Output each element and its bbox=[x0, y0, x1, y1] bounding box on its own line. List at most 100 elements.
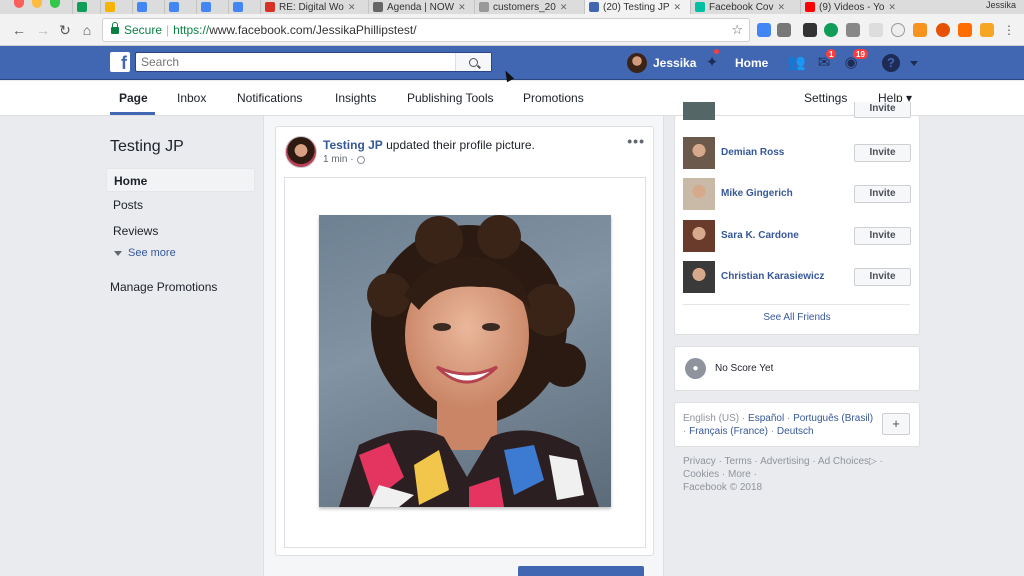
extension-icon[interactable] bbox=[980, 23, 994, 37]
post-options-icon[interactable]: ••• bbox=[627, 133, 645, 149]
address-bar[interactable]: Secure | https://www.facebook.com/Jessik… bbox=[102, 18, 750, 42]
close-window-button[interactable] bbox=[14, 0, 24, 8]
add-language-button[interactable]: + bbox=[882, 413, 910, 435]
footer-link[interactable]: More bbox=[728, 469, 751, 480]
page-title[interactable]: Testing JP bbox=[110, 138, 184, 156]
extension-icon[interactable] bbox=[777, 23, 791, 37]
browser-tab[interactable] bbox=[164, 0, 196, 14]
see-all-friends-link[interactable]: See All Friends bbox=[674, 312, 920, 323]
browser-toolbar: ← → ↻ ⌂ Secure | https://www.facebook.co… bbox=[0, 14, 1024, 46]
browser-tab[interactable]: RE: Digital Wo ✕ bbox=[260, 0, 368, 14]
browser-tab[interactable]: customers_20 ✕ bbox=[474, 0, 584, 14]
manage-promotions-link[interactable]: Manage Promotions bbox=[110, 280, 217, 294]
invite-button[interactable]: Invite bbox=[854, 268, 911, 286]
footer-link[interactable]: Privacy bbox=[683, 456, 716, 467]
friend-name[interactable]: Mike Gingerich bbox=[721, 188, 793, 199]
search-input[interactable] bbox=[136, 55, 455, 69]
tab-favicon-icon bbox=[169, 2, 179, 12]
close-tab-icon[interactable]: ✕ bbox=[674, 2, 682, 13]
sidebar-item-posts[interactable]: Posts bbox=[106, 193, 255, 217]
tab-promotions[interactable]: Promotions bbox=[523, 91, 584, 105]
close-tab-icon[interactable]: ✕ bbox=[458, 2, 466, 13]
browser-tab[interactable]: Facebook Cov ✕ bbox=[690, 0, 800, 14]
footer-link[interactable]: Cookies bbox=[683, 469, 719, 480]
extension-icon[interactable] bbox=[936, 23, 950, 37]
browser-tab[interactable]: (20) Testing JP ✕ bbox=[584, 0, 690, 14]
help-icon[interactable]: ? bbox=[882, 54, 900, 72]
avatar[interactable] bbox=[683, 178, 715, 210]
post-timestamp[interactable]: 1 min · bbox=[323, 154, 365, 165]
extension-icon[interactable] bbox=[803, 23, 817, 37]
minimize-window-button[interactable] bbox=[32, 0, 42, 8]
language-link[interactable]: Português (Brasil) bbox=[793, 413, 873, 424]
invite-button[interactable]: Invite bbox=[854, 102, 911, 118]
profile-link[interactable]: Jessika bbox=[627, 53, 696, 73]
grammarly-icon[interactable] bbox=[824, 23, 838, 37]
sidebar-item-reviews[interactable]: Reviews bbox=[106, 219, 255, 243]
messenger-icon[interactable]: ✉ 1 bbox=[815, 48, 838, 72]
language-link[interactable]: Español bbox=[748, 413, 784, 424]
account-menu-caret-icon[interactable] bbox=[910, 61, 918, 66]
bookmark-star-icon[interactable]: ☆ bbox=[731, 22, 743, 38]
browser-profile-name[interactable]: Jessika bbox=[986, 0, 1016, 10]
friend-name[interactable]: Sara K. Cardone bbox=[721, 230, 799, 241]
tab-page[interactable]: Page bbox=[119, 91, 148, 105]
search-box bbox=[135, 52, 492, 72]
amazon-icon[interactable] bbox=[958, 23, 972, 37]
browser-menu-icon[interactable]: ⋮ bbox=[1000, 21, 1018, 39]
avatar[interactable] bbox=[683, 137, 715, 169]
home-icon[interactable]: ⌂ bbox=[78, 21, 96, 39]
browser-tab[interactable] bbox=[228, 0, 260, 14]
friend-name[interactable]: Christian Karasiewicz bbox=[721, 271, 824, 282]
back-icon[interactable]: ← bbox=[10, 21, 28, 39]
browser-tab[interactable] bbox=[196, 0, 228, 14]
browser-tab[interactable]: Agenda | NOW ✕ bbox=[368, 0, 474, 14]
footer-link[interactable]: Ad Choices bbox=[818, 456, 869, 467]
invite-button[interactable]: Invite bbox=[854, 144, 911, 162]
profile-photo[interactable] bbox=[319, 215, 611, 507]
reload-icon[interactable]: ↻ bbox=[56, 21, 74, 39]
close-tab-icon[interactable]: ✕ bbox=[888, 2, 896, 13]
avatar[interactable] bbox=[683, 220, 715, 252]
browser-tab[interactable] bbox=[132, 0, 164, 14]
forward-icon[interactable]: → bbox=[34, 21, 52, 39]
facebook-logo-icon[interactable]: f bbox=[110, 52, 130, 73]
friend-name[interactable]: Demian Ross bbox=[721, 147, 784, 158]
see-more-link[interactable]: See more bbox=[114, 247, 176, 259]
close-tab-icon[interactable]: ✕ bbox=[560, 2, 568, 13]
extension-icon[interactable] bbox=[757, 23, 771, 37]
tab-inbox[interactable]: Inbox bbox=[177, 91, 206, 105]
browser-tab[interactable]: (9) Videos - Yo ✕ bbox=[800, 0, 896, 14]
language-link[interactable]: Deutsch bbox=[777, 426, 814, 437]
post-author-avatar[interactable] bbox=[285, 136, 317, 168]
close-tab-icon[interactable]: ✕ bbox=[348, 2, 356, 13]
browser-tab[interactable] bbox=[100, 0, 132, 14]
language-link[interactable]: Français (France) bbox=[689, 426, 768, 437]
footer-link[interactable]: Advertising bbox=[760, 456, 809, 467]
browser-tab[interactable] bbox=[72, 0, 100, 14]
create-icon[interactable]: ✦ bbox=[703, 48, 721, 72]
extension-icon[interactable] bbox=[891, 23, 905, 37]
tab-notifications[interactable]: Notifications bbox=[237, 91, 302, 105]
post-author-link[interactable]: Testing JP bbox=[323, 138, 383, 152]
extension-icon[interactable] bbox=[846, 23, 860, 37]
sidebar-item-home[interactable]: Home bbox=[106, 168, 255, 192]
invite-button[interactable]: Invite bbox=[854, 227, 911, 245]
call-to-action-button[interactable] bbox=[518, 566, 644, 576]
extension-icon[interactable] bbox=[869, 23, 883, 37]
notifications-globe-icon[interactable]: ◉ 19 bbox=[842, 48, 869, 72]
zoom-window-button[interactable] bbox=[50, 0, 60, 8]
tab-insights[interactable]: Insights bbox=[335, 91, 376, 105]
close-tab-icon[interactable]: ✕ bbox=[777, 2, 785, 13]
copyright: Facebook © 2018 bbox=[683, 482, 763, 493]
browser-tab-strip: RE: Digital Wo ✕ Agenda | NOW ✕ customers_20… bbox=[0, 0, 1024, 14]
invite-button[interactable]: Invite bbox=[854, 185, 911, 203]
friend-requests-icon[interactable]: 👥 bbox=[787, 54, 806, 72]
avatar[interactable] bbox=[683, 102, 715, 120]
footer-link[interactable]: Terms bbox=[725, 456, 752, 467]
home-link[interactable]: Home bbox=[735, 56, 768, 70]
search-button[interactable] bbox=[455, 53, 491, 71]
avatar[interactable] bbox=[683, 261, 715, 293]
tab-publishing-tools[interactable]: Publishing Tools bbox=[407, 91, 494, 105]
extension-icon[interactable] bbox=[913, 23, 927, 37]
